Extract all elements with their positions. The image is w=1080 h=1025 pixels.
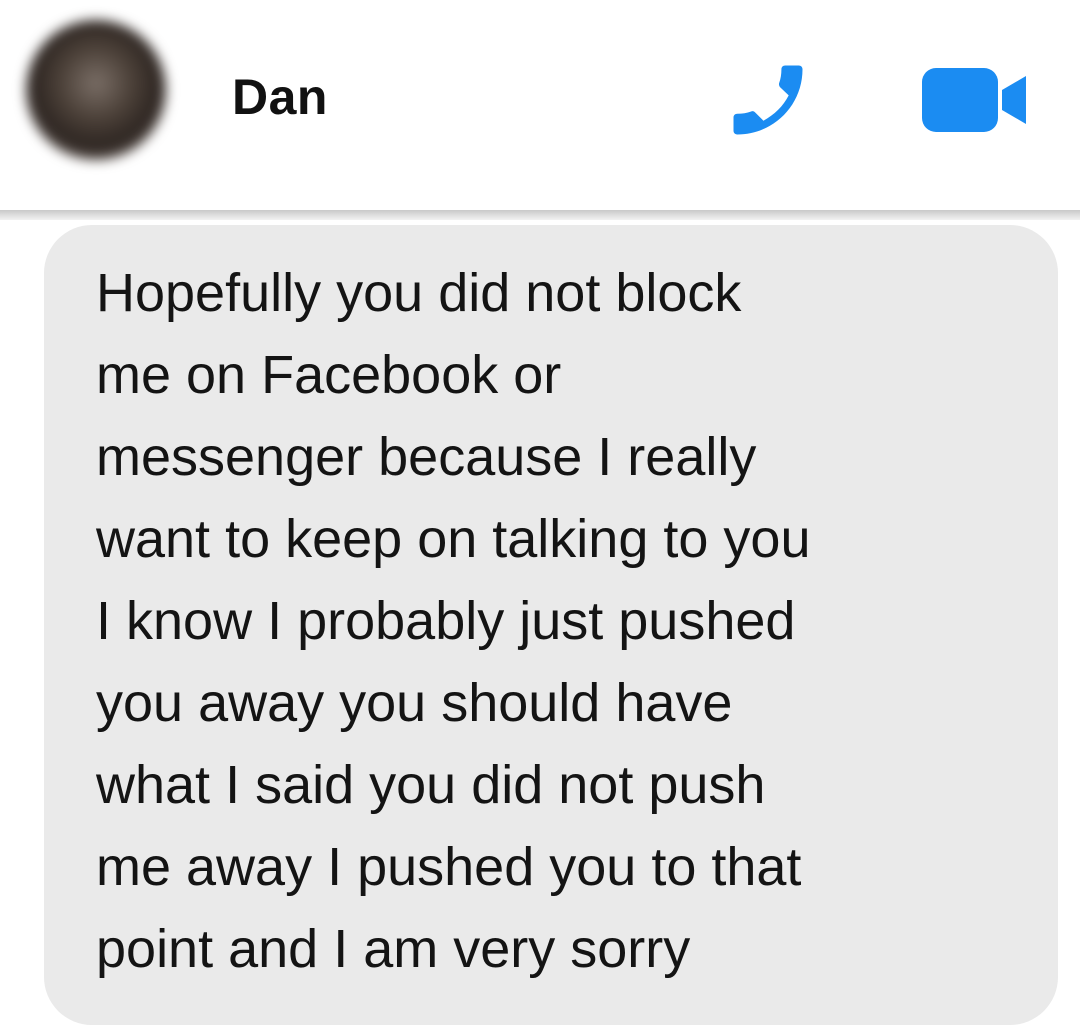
phone-icon[interactable]: [722, 54, 814, 146]
chat-header: Dan: [0, 0, 1080, 212]
header-divider: [0, 210, 1080, 220]
avatar[interactable]: [26, 20, 166, 160]
video-camera-icon[interactable]: [922, 68, 1030, 132]
contact-name[interactable]: Dan: [232, 68, 328, 126]
message-text: Hopefully you did not block me on Facebo…: [96, 263, 811, 979]
